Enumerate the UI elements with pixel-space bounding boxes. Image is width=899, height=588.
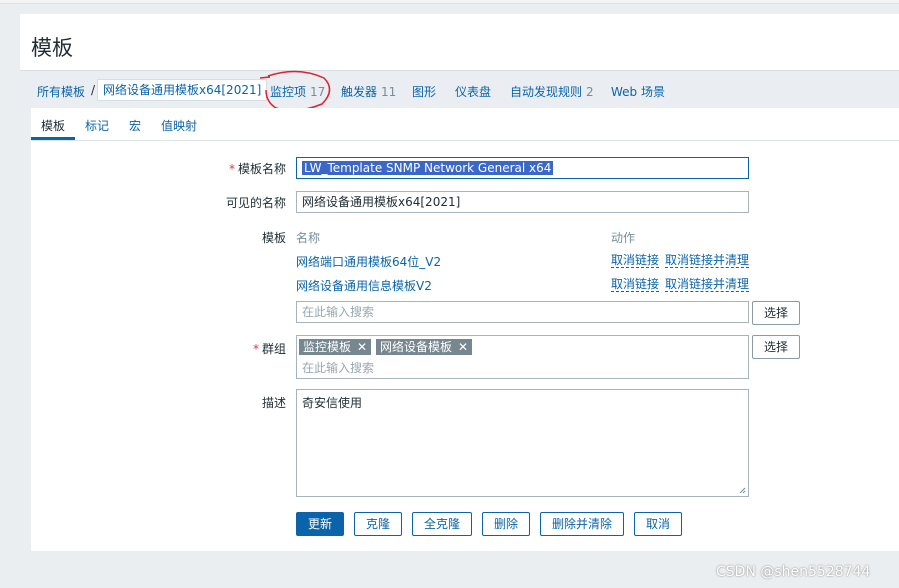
nav-discovery-label: 自动发现规则 — [510, 85, 583, 99]
nav-triggers-label: 触发器 — [341, 85, 378, 99]
required-marker: * — [252, 342, 259, 356]
cancel-button[interactable]: 取消 — [634, 512, 682, 536]
unlink-button[interactable]: 取消链接 — [611, 253, 660, 268]
nav-discovery-link[interactable]: 自动发现规则 2 — [510, 83, 594, 100]
update-button[interactable]: 更新 — [296, 512, 344, 536]
unlink-clear-button[interactable]: 取消链接并清理 — [665, 277, 750, 292]
delete-clear-button[interactable]: 删除并清除 — [540, 512, 624, 536]
breadcrumb-nav: 所有模板 / 网络设备通用模板x64[2021] 监控项 17 触发器 11 图形 … — [20, 70, 899, 109]
visible-name-label: 可见的名称 — [225, 196, 286, 210]
unlink-button[interactable]: 取消链接 — [611, 277, 660, 292]
breadcrumb-all-templates[interactable]: 所有模板 — [37, 83, 85, 100]
description-label: 描述 — [261, 396, 286, 410]
nav-graphs-link[interactable]: 图形 — [412, 83, 436, 100]
nav-triggers-count: 11 — [381, 85, 397, 99]
nav-items-link[interactable]: 监控项 17 — [270, 83, 325, 100]
breadcrumb-current-template[interactable]: 网络设备通用模板x64[2021] — [97, 79, 268, 101]
active-tab-indicator — [31, 137, 75, 140]
nav-dashboards-link[interactable]: 仪表盘 — [455, 83, 491, 100]
form-panel: * 模板名称 LW_Template SNMP Network General x… — [31, 141, 899, 551]
template-name-label: * 模板名称 — [228, 162, 286, 176]
top-strip — [0, 0, 899, 4]
groups-label: * 群组 — [252, 342, 286, 356]
nav-items-label: 监控项 — [270, 85, 307, 99]
nav-web-scenarios-link[interactable]: Web 场景 — [611, 83, 665, 100]
templates-column-action: 动作 — [611, 231, 636, 245]
group-tag: 网络设备模板 ✕ — [376, 339, 473, 355]
unlink-clear-button[interactable]: 取消链接并清理 — [665, 253, 750, 268]
page-header: 模板 — [20, 14, 899, 70]
tab-bar: 模板 标记 宏 值映射 — [31, 108, 899, 141]
page-title: 模板 — [31, 36, 73, 60]
clone-button[interactable]: 克隆 — [354, 512, 402, 536]
templates-label: 模板 — [261, 231, 286, 245]
template-name-value: LW_Template SNMP Network General x64 — [302, 161, 554, 175]
tab-macros[interactable]: 宏 — [129, 117, 141, 134]
template-search-placeholder: 在此输入搜索 — [302, 305, 375, 319]
tab-value-mapping[interactable]: 值映射 — [161, 117, 197, 134]
description-textarea[interactable]: 奇安信使用 — [296, 389, 749, 497]
watermark-text: CSDN @shen5528744 — [716, 564, 871, 580]
templates-column-name: 名称 — [296, 231, 321, 245]
template-name-input[interactable]: LW_Template SNMP Network General x64 — [296, 157, 749, 179]
remove-tag-icon[interactable]: ✕ — [458, 340, 468, 354]
delete-button[interactable]: 删除 — [482, 512, 530, 536]
required-marker: * — [228, 162, 235, 176]
select-templates-button[interactable]: 选择 — [752, 301, 800, 325]
remove-tag-icon[interactable]: ✕ — [357, 340, 367, 354]
linked-template-link[interactable]: 网络设备通用信息模板V2 — [296, 277, 432, 294]
description-value: 奇安信使用 — [302, 396, 363, 410]
visible-name-input[interactable]: 网络设备通用模板x64[2021] — [296, 191, 749, 213]
nav-triggers-link[interactable]: 触发器 11 — [341, 83, 396, 100]
nav-discovery-count: 2 — [586, 85, 594, 99]
select-groups-button[interactable]: 选择 — [752, 335, 800, 359]
groups-search-placeholder: 在此输入搜索 — [302, 361, 375, 375]
template-search-input[interactable]: 在此输入搜索 — [296, 301, 749, 323]
linked-template-link[interactable]: 网络端口通用模板64位_V2 — [296, 253, 441, 270]
full-clone-button[interactable]: 全克隆 — [412, 512, 472, 536]
tab-tags[interactable]: 标记 — [85, 117, 109, 134]
resize-grip-icon[interactable] — [739, 487, 746, 494]
tab-template[interactable]: 模板 — [41, 117, 65, 134]
group-tag: 监控模板 ✕ — [299, 339, 372, 355]
breadcrumb-separator: / — [91, 83, 96, 97]
visible-name-value: 网络设备通用模板x64[2021] — [302, 195, 461, 209]
nav-items-count: 17 — [310, 85, 326, 99]
